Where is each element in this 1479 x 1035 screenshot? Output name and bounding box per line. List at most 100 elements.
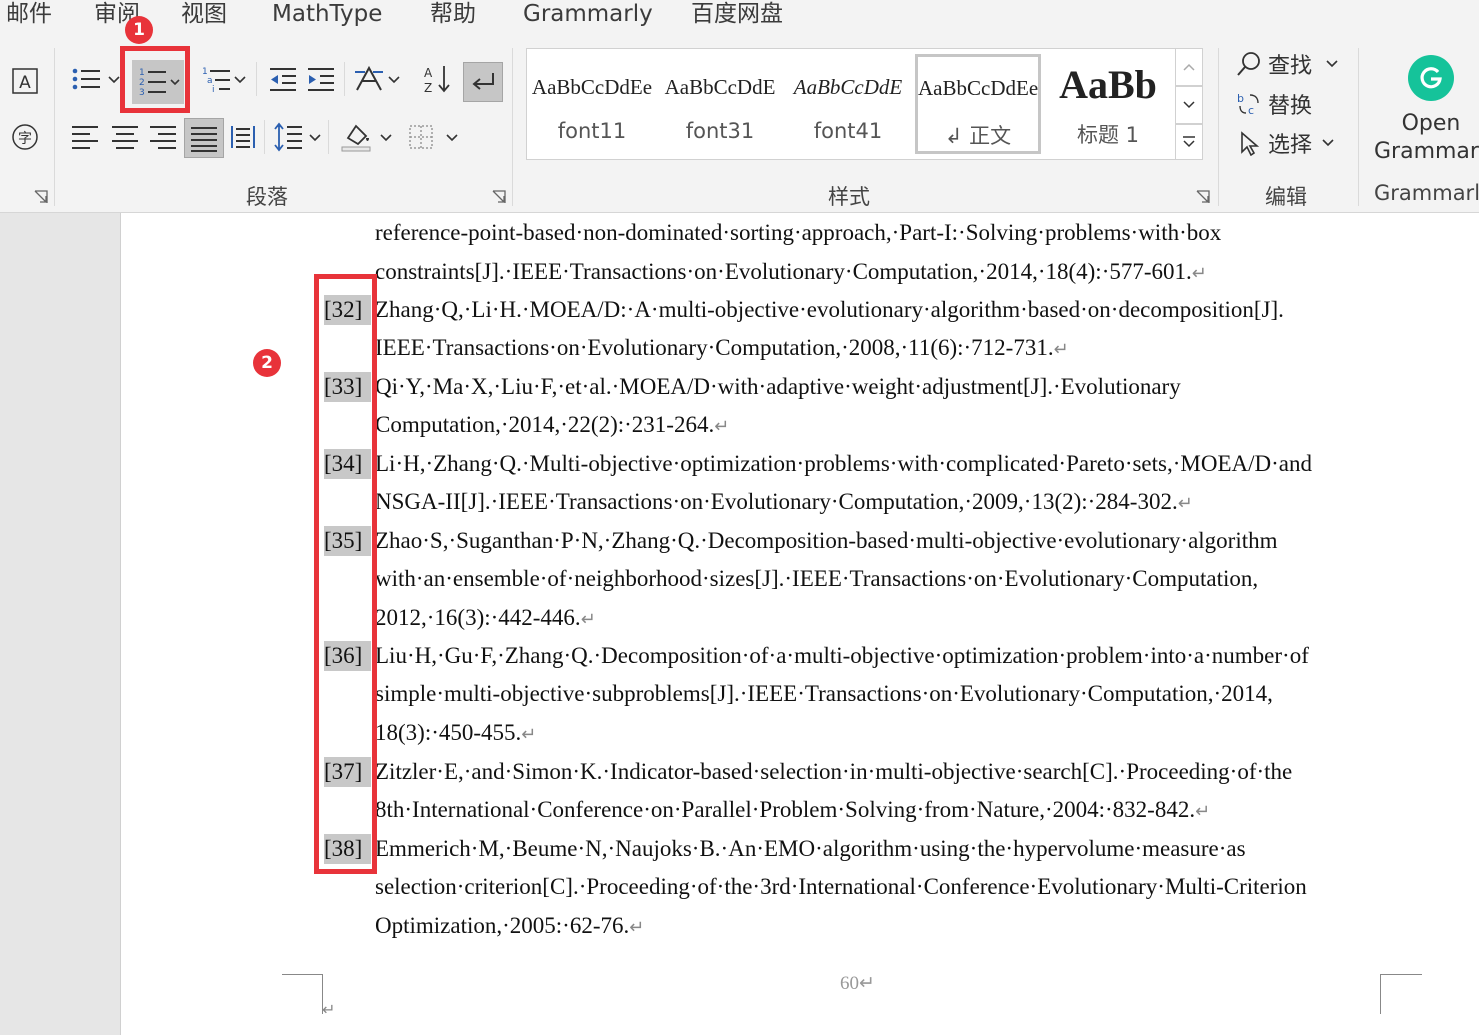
paragraph-mark: ↵ — [322, 1000, 336, 1019]
style-sample: AaBbCcDdEe — [918, 76, 1038, 100]
sort-icon[interactable]: AZ — [420, 62, 454, 96]
text-line: Li·H,·Zhang·Q.·Multi-objective·optimizat… — [375, 451, 1312, 476]
text-run: 18(3):·450-455. — [375, 720, 522, 745]
annotation-badge-2: 2 — [253, 349, 281, 377]
align-right-icon[interactable] — [146, 120, 180, 154]
tab-help[interactable]: 帮助 — [430, 0, 476, 28]
shading-icon[interactable] — [338, 118, 374, 154]
tab-baidu-netdisk[interactable]: 百度网盘 — [691, 0, 783, 28]
text-run: IEEE·Transactions·on·Evolutionary·Comput… — [375, 335, 1054, 360]
svg-text:Z: Z — [424, 81, 432, 94]
text-line: NSGA-II[J].·IEEE·Transactions·on·Evoluti… — [375, 487, 1381, 518]
annotation-badge-1: 1 — [125, 16, 153, 44]
crop-mark — [282, 974, 322, 975]
style-name: font31 — [685, 119, 755, 143]
style-name: font11 — [557, 119, 627, 143]
svg-text:A: A — [19, 73, 31, 93]
text-run: Optimization,·2005:·62-76. — [375, 913, 630, 938]
style-sample: AaBbCcDdEe — [531, 75, 653, 99]
text-line: Qi·Y,·Ma·X,·Liu·F,·et·al.·MOEA/D·with·ad… — [375, 374, 1181, 399]
gallery-scroll-down-icon[interactable] — [1175, 86, 1203, 124]
svg-text:字: 字 — [18, 131, 32, 147]
text-line: Zitzler·E,·and·Simon·K.·Indicator-based·… — [375, 759, 1293, 784]
replace-label: 替换 — [1268, 94, 1313, 119]
bullets-icon[interactable] — [68, 62, 104, 96]
chevron-down-icon — [1326, 60, 1338, 68]
font-dialog-launcher-icon[interactable] — [34, 190, 48, 204]
paragraph-dialog-launcher-icon[interactable] — [492, 190, 506, 204]
chevron-down-icon[interactable] — [309, 134, 321, 142]
multilevel-list-icon[interactable]: 1ai — [198, 62, 234, 96]
show-hide-marks-button[interactable] — [463, 62, 503, 102]
text-line: Zhang·Q,·Li·H.·MOEA/D:·A·multi-objective… — [375, 297, 1284, 322]
style-sample: AaBbCcDdE — [664, 75, 776, 99]
increase-indent-icon[interactable] — [304, 62, 338, 96]
page-number: 60↵ — [840, 973, 875, 994]
grammarly-logo-icon[interactable] — [1408, 55, 1454, 101]
text-line: 8th·International·Conference·on·Parallel… — [375, 795, 1381, 826]
crop-mark — [1380, 974, 1422, 975]
style-font11[interactable]: AaBbCcDdEe font11 — [529, 53, 655, 153]
svg-text:b: b — [1237, 92, 1244, 105]
svg-text:c: c — [1248, 104, 1254, 117]
borders-icon[interactable] — [404, 120, 438, 154]
chevron-down-icon[interactable] — [388, 76, 400, 84]
enclose-character-icon[interactable]: 字 — [10, 122, 40, 152]
styles-dialog-launcher-icon[interactable] — [1196, 190, 1210, 204]
paragraph-mark: ↵ — [1195, 801, 1211, 821]
open-grammarly-button[interactable]: Open — [1375, 110, 1479, 138]
decrease-indent-icon[interactable] — [266, 62, 300, 96]
align-left-icon[interactable] — [68, 120, 102, 154]
styles-gallery: AaBbCcDdEe font11 AaBbCcDdE font31 AaBbC… — [526, 48, 1176, 160]
style-heading-1[interactable]: AaBb 标题 1 — [1045, 53, 1171, 153]
character-border-icon[interactable]: A — [10, 66, 40, 96]
style-name: font41 — [813, 119, 883, 143]
paragraph-mark: ↵ — [1053, 339, 1069, 359]
text-run: 8th·International·Conference·on·Parallel… — [375, 797, 1196, 822]
find-label: 查找 — [1268, 54, 1313, 79]
text-run: Computation,·2014,·22(2):·231-264. — [375, 412, 715, 437]
text-line: Liu·H,·Gu·F,·Zhang·Q.·Decomposition·of·a… — [375, 643, 1309, 668]
styles-group-label: 样式 — [828, 185, 870, 209]
paragraph-mark: ↵ — [714, 416, 730, 436]
chevron-down-icon[interactable] — [234, 76, 246, 84]
style-font31[interactable]: AaBbCcDdE font31 — [657, 53, 783, 153]
tab-mathtype[interactable]: MathType — [272, 0, 382, 28]
distributed-icon[interactable] — [226, 120, 260, 154]
navigation-margin — [0, 213, 121, 1035]
replace-button[interactable]: bc 替换 — [1236, 88, 1312, 120]
annotation-box-1 — [120, 46, 190, 113]
tab-grammarly[interactable]: Grammarly — [523, 0, 653, 28]
chevron-down-icon[interactable] — [108, 76, 120, 84]
chinese-layout-icon[interactable] — [352, 62, 386, 96]
svg-text:i: i — [212, 85, 215, 94]
line-spacing-icon[interactable] — [270, 120, 306, 154]
text-line: 2012,·16(3):·442-446.↵ — [375, 603, 1381, 634]
align-center-icon[interactable] — [108, 120, 142, 154]
text-line: selection·criterion[C].·Proceeding·of·th… — [375, 874, 1307, 899]
cursor-icon — [1241, 131, 1260, 156]
tab-view[interactable]: 视图 — [181, 0, 227, 28]
select-button[interactable]: 选择 — [1236, 127, 1334, 159]
annotation-box-2 — [314, 274, 377, 874]
svg-text:A: A — [424, 66, 433, 80]
text-line: simple·multi-objective·subproblems[J].·I… — [375, 681, 1273, 706]
gallery-more-icon[interactable] — [1175, 124, 1203, 160]
chevron-down-icon[interactable] — [380, 134, 392, 142]
text-run: NSGA-II[J].·IEEE·Transactions·on·Evoluti… — [375, 489, 1178, 514]
text-line: with·an·ensemble·of·neighborhood·sizes[J… — [375, 566, 1259, 591]
style-normal[interactable]: AaBbCcDdEe ↲ 正文 — [915, 54, 1041, 154]
text-line: IEEE·Transactions·on·Evolutionary·Comput… — [375, 333, 1381, 364]
style-font41[interactable]: AaBbCcDdE font41 — [785, 53, 911, 153]
ribbon: 邮件 审阅 视图 MathType 帮助 Grammarly 百度网盘 A 字 … — [0, 0, 1479, 213]
find-button[interactable]: 查找 — [1236, 48, 1338, 80]
paragraph-mark: ↵ — [629, 917, 645, 937]
justify-button[interactable] — [184, 118, 224, 158]
style-name: ↲ 正文 — [944, 124, 1012, 148]
text-line: Optimization,·2005:·62-76.↵ — [375, 911, 1381, 942]
gallery-scroll-up-icon[interactable] — [1175, 48, 1203, 86]
open-label: Open — [1401, 111, 1461, 136]
tab-mailings[interactable]: 邮件 — [6, 0, 52, 28]
chevron-down-icon[interactable] — [446, 134, 458, 142]
editing-group-label: 编辑 — [1265, 185, 1307, 209]
